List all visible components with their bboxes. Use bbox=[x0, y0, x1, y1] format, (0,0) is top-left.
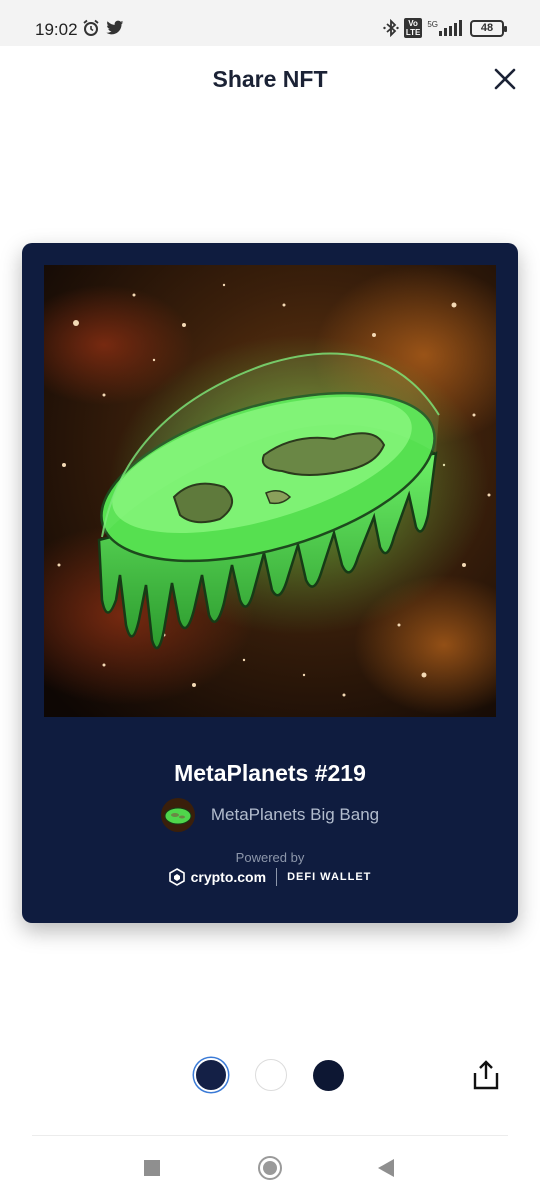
signal-icon bbox=[439, 20, 462, 36]
theme-swatch-navy[interactable] bbox=[313, 1059, 344, 1091]
network-type: 5G bbox=[427, 19, 438, 29]
nft-share-card: MetaPlanets #219 MetaPlanets Big Bang Po… bbox=[22, 243, 518, 923]
collection-name: MetaPlanets Big Bang bbox=[210, 805, 380, 824]
battery-icon: 48 bbox=[470, 19, 507, 37]
twitter-icon bbox=[106, 20, 124, 35]
powered-by-label: Powered by bbox=[235, 850, 305, 865]
collection-avatar bbox=[160, 798, 195, 832]
status-bar: 19:02 Vo LTE 5G 48 bbox=[0, 0, 540, 46]
brand-divider bbox=[276, 868, 278, 886]
header: Share NFT bbox=[0, 46, 540, 114]
back-button[interactable] bbox=[378, 1159, 394, 1177]
brand-product: DEFI WALLET bbox=[287, 871, 372, 883]
volte-icon: Vo LTE bbox=[403, 18, 423, 38]
home-button[interactable] bbox=[258, 1156, 282, 1180]
share-button[interactable] bbox=[472, 1060, 500, 1090]
status-time: 19:02 bbox=[35, 20, 78, 39]
brand-name: crypto.com bbox=[190, 869, 267, 885]
collection-row: MetaPlanets Big Bang bbox=[22, 798, 518, 832]
nft-title: MetaPlanets #219 bbox=[174, 760, 366, 786]
theme-selector bbox=[194, 1058, 344, 1092]
bluetooth-icon bbox=[383, 19, 399, 37]
system-nav-bar bbox=[0, 1145, 540, 1200]
close-icon bbox=[494, 68, 516, 90]
alarm-icon bbox=[83, 19, 99, 36]
share-icon bbox=[473, 1060, 499, 1090]
theme-swatch-dark-blue[interactable] bbox=[194, 1058, 228, 1092]
page-title: Share NFT bbox=[212, 66, 328, 92]
close-button[interactable] bbox=[492, 66, 518, 92]
brand-logo: crypto.com DEFI WALLET bbox=[22, 868, 518, 886]
crypto-com-logo-icon bbox=[168, 868, 185, 886]
recents-button[interactable] bbox=[144, 1160, 160, 1176]
divider bbox=[32, 1135, 508, 1136]
nft-image bbox=[44, 265, 496, 717]
theme-swatch-white[interactable] bbox=[255, 1059, 287, 1091]
